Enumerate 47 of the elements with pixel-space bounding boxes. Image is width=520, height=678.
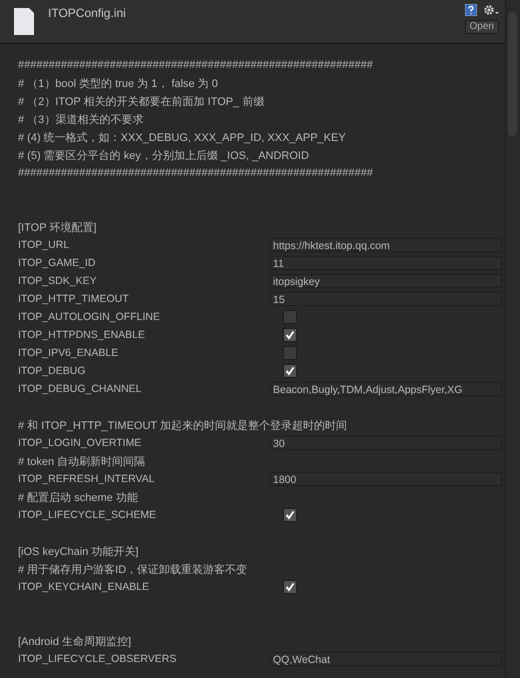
checkbox[interactable] bbox=[283, 364, 297, 378]
comment-text: # 配置启动 scheme 功能 bbox=[18, 490, 138, 504]
value-field[interactable]: 30 bbox=[270, 436, 502, 450]
comment-text: # （3）渠道相关的不要求 bbox=[18, 112, 144, 126]
comment-text: # (5) 需要区分平台的 key，分别加上后缀 _IOS, _ANDROID bbox=[18, 148, 309, 162]
setting-label: ITOP_LOGIN_OVERTIME bbox=[18, 437, 142, 449]
setting-label: ITOP_LIFECYCLE_SCHEME bbox=[18, 509, 158, 521]
setting-label: ITOP_HTTPDNS_ENABLE bbox=[18, 329, 146, 341]
section-heading: [Android 生命周期监控] bbox=[18, 634, 132, 648]
help-icon[interactable] bbox=[465, 4, 477, 16]
setting-label: ITOP_DEBUG_CHANNEL bbox=[18, 383, 143, 395]
comment-text: # （2）ITOP 相关的开关都要在前面加 ITOP_ 前缀 bbox=[18, 94, 264, 108]
value-field[interactable]: https://hktest.itop.qq.com bbox=[270, 238, 502, 252]
setting-label: ITOP_GAME_ID bbox=[18, 257, 96, 269]
section-heading: [ITOP 环境配置] bbox=[18, 220, 96, 234]
file-title: ITOPConfig.ini bbox=[48, 6, 127, 20]
settings-icon[interactable] bbox=[483, 4, 499, 16]
setting-label: ITOP_REFRESH_INTERVAL bbox=[18, 473, 156, 485]
setting-label: ITOP_IPV6_ENABLE bbox=[18, 347, 120, 359]
checkbox[interactable] bbox=[283, 508, 297, 522]
comment-text: # 用于储存用户游客ID，保证卸载重装游客不变 bbox=[18, 562, 248, 576]
file-icon bbox=[14, 8, 34, 35]
comment-text: # 和 ITOP_HTTP_TIMEOUT 加起来的时间就是整个登录超时的时间 bbox=[18, 418, 348, 432]
comment-text: ########################################################## bbox=[18, 167, 373, 179]
comment-text: # (4) 统一格式，如：XXX_DEBUG, XXX_APP_ID, XXX_APP_KEY bbox=[18, 130, 346, 144]
setting-label: ITOP_LIFECYCLE_OBSERVERS bbox=[18, 653, 178, 665]
value-field[interactable]: itopsigkey bbox=[270, 274, 502, 288]
open-button[interactable]: Open bbox=[464, 20, 499, 34]
setting-label: ITOP_KEYCHAIN_ENABLE bbox=[18, 581, 150, 593]
value-field[interactable]: 15 bbox=[270, 292, 502, 306]
comment-text: # （1）bool 类型的 true 为 1， false 为 0 bbox=[18, 76, 218, 90]
value-field[interactable]: Beacon,Bugly,TDM,Adjust,AppsFlyer,XG bbox=[270, 382, 502, 396]
checkbox[interactable] bbox=[283, 310, 297, 324]
setting-label: ITOP_HTTP_TIMEOUT bbox=[18, 293, 130, 305]
value-field[interactable]: 11 bbox=[270, 256, 502, 270]
setting-label: ITOP_AUTOLOGIN_OFFLINE bbox=[18, 311, 161, 323]
comment-text: ########################################################## bbox=[18, 59, 373, 71]
setting-label: ITOP_SDK_KEY bbox=[18, 275, 98, 287]
checkbox[interactable] bbox=[283, 580, 297, 594]
setting-label: ITOP_DEBUG bbox=[18, 365, 86, 377]
checkbox[interactable] bbox=[283, 328, 297, 342]
setting-label: ITOP_URL bbox=[18, 239, 70, 251]
checkbox[interactable] bbox=[283, 346, 297, 360]
value-field[interactable]: QQ,WeChat bbox=[270, 652, 502, 666]
section-heading: [iOS keyChain 功能开关] bbox=[18, 544, 138, 558]
comment-text: # token 自动刷新时间间隔 bbox=[18, 454, 146, 468]
value-field[interactable]: 1800 bbox=[270, 472, 502, 486]
